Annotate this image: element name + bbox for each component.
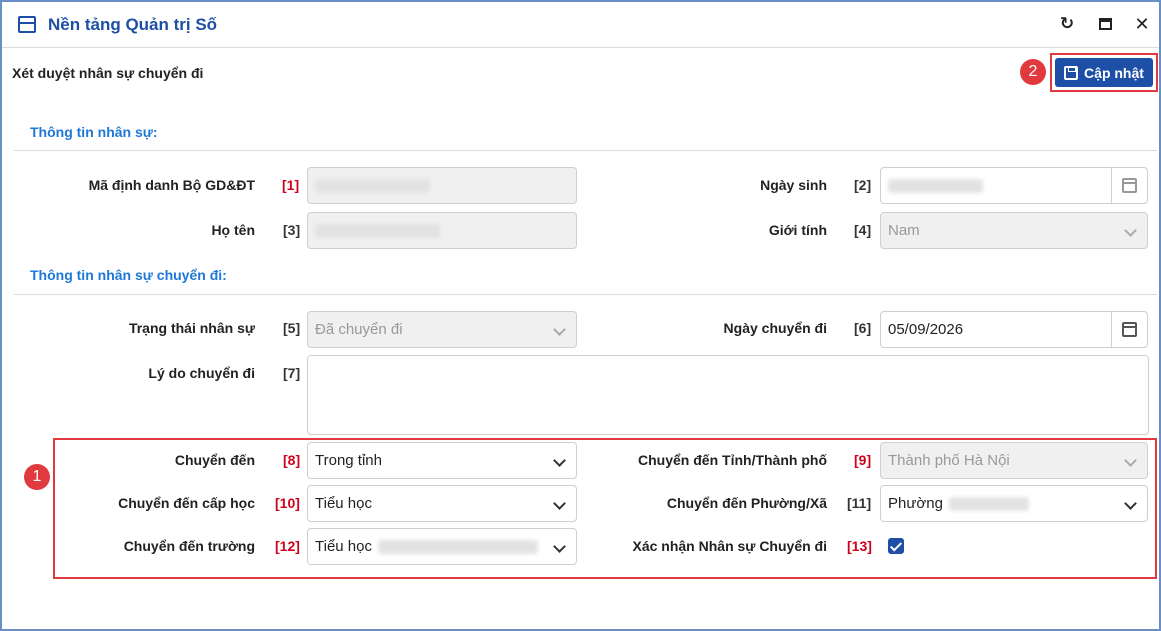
ma-dinh-danh-num: [1] — [282, 177, 300, 193]
phuong-xa-value: Phường — [888, 495, 943, 512]
ngay-sinh-num: [2] — [854, 177, 872, 193]
refresh-icon[interactable]: ↻ — [1058, 14, 1076, 33]
ly-do-label: Lý do chuyển đi — [148, 365, 255, 381]
window-title: Nền tảng Quản trị Số — [48, 15, 218, 34]
gioi-tinh-num: [4] — [854, 222, 872, 238]
xac-nhan-checkbox[interactable] — [888, 538, 904, 554]
trang-thai-label: Trạng thái nhân sự — [128, 320, 255, 336]
section-divider — [14, 150, 1157, 151]
trang-thai-num: [5] — [283, 320, 301, 336]
window-icon — [18, 16, 36, 33]
ly-do-textarea[interactable] — [307, 355, 1149, 435]
page-title: Xét duyệt nhân sự chuyển đi — [12, 65, 204, 81]
phuong-xa-select[interactable]: Phường — [880, 485, 1148, 522]
ly-do-num: [7] — [283, 365, 301, 381]
section-title-personal: Thông tin nhân sự: — [30, 124, 158, 140]
close-icon[interactable]: ✕ — [1133, 14, 1151, 34]
truong-select[interactable]: Tiểu học — [307, 528, 577, 565]
save-icon — [1064, 65, 1079, 80]
gioi-tinh-label: Giới tính — [768, 222, 827, 238]
trang-thai-value: Đã chuyển đi — [315, 321, 403, 338]
section-divider — [14, 294, 1157, 295]
truong-num: [12] — [275, 538, 300, 554]
ngay-chuyen-di-label: Ngày chuyển đi — [723, 320, 827, 336]
chuyen-den-select[interactable]: Trong tỉnh — [307, 442, 577, 479]
cap-hoc-num: [10] — [275, 495, 300, 511]
ma-dinh-danh-field — [307, 167, 577, 204]
chuyen-den-label: Chuyển đến — [174, 452, 255, 468]
ngay-sinh-field[interactable] — [880, 167, 1148, 204]
chevron-down-icon — [1124, 454, 1137, 467]
cap-hoc-label: Chuyển đến cấp học — [118, 495, 255, 511]
update-button-label: Cập nhật — [1084, 64, 1144, 81]
calendar-button[interactable] — [1111, 167, 1147, 204]
chevron-down-icon — [553, 540, 566, 553]
truong-label: Chuyển đến trường — [123, 538, 255, 554]
callout-marker-1: 1 — [24, 464, 50, 490]
gioi-tinh-select: Nam — [880, 212, 1148, 249]
maximize-icon[interactable] — [1096, 15, 1114, 33]
ngay-chuyen-di-field[interactable]: 05/09/2026 — [880, 311, 1148, 348]
chevron-down-icon — [553, 323, 566, 336]
ngay-chuyen-di-value: 05/09/2026 — [888, 321, 964, 338]
tinh-tp-num: [9] — [854, 452, 872, 468]
callout-marker-2: 2 — [1020, 59, 1046, 85]
chevron-down-icon — [553, 454, 566, 467]
ho-ten-field — [307, 212, 577, 249]
chuyen-den-value: Trong tỉnh — [315, 452, 382, 469]
tinh-tp-label: Chuyển đến Tỉnh/Thành phố — [638, 452, 827, 468]
ho-ten-num: [3] — [283, 222, 301, 238]
cap-hoc-value: Tiểu học — [315, 495, 372, 512]
chevron-down-icon — [1124, 497, 1137, 510]
gioi-tinh-value: Nam — [888, 222, 920, 239]
chevron-down-icon — [1124, 224, 1137, 237]
tinh-tp-value: Thành phố Hà Nội — [888, 452, 1010, 469]
ma-dinh-danh-label: Mã định danh Bộ GD&ĐT — [88, 177, 255, 193]
ngay-sinh-label: Ngày sinh — [760, 177, 827, 193]
ho-ten-label: Họ tên — [211, 222, 255, 238]
update-button-highlight: Cập nhật — [1050, 53, 1158, 92]
calendar-icon — [1122, 178, 1137, 193]
xac-nhan-label: Xác nhận Nhân sự Chuyển đi — [632, 538, 827, 554]
phuong-xa-label: Chuyển đến Phường/Xã — [666, 495, 827, 511]
calendar-icon — [1122, 322, 1137, 337]
section-title-transfer: Thông tin nhân sự chuyển đi: — [30, 267, 227, 283]
update-button[interactable]: Cập nhật — [1055, 58, 1153, 87]
chevron-down-icon — [553, 497, 566, 510]
app-window: Nền tảng Quản trị Số ↻ ✕ Xét duyệt nhân … — [0, 0, 1161, 631]
phuong-xa-num: [11] — [847, 495, 872, 511]
title-bar: Nền tảng Quản trị Số ↻ ✕ — [2, 2, 1159, 48]
trang-thai-select: Đã chuyển đi — [307, 311, 577, 348]
truong-value: Tiểu học — [315, 538, 372, 555]
xac-nhan-num: [13] — [847, 538, 872, 554]
tinh-tp-select: Thành phố Hà Nội — [880, 442, 1148, 479]
calendar-button[interactable] — [1111, 311, 1147, 348]
chuyen-den-num: [8] — [283, 452, 301, 468]
cap-hoc-select[interactable]: Tiểu học — [307, 485, 577, 522]
ngay-chuyen-di-num: [6] — [854, 320, 872, 336]
